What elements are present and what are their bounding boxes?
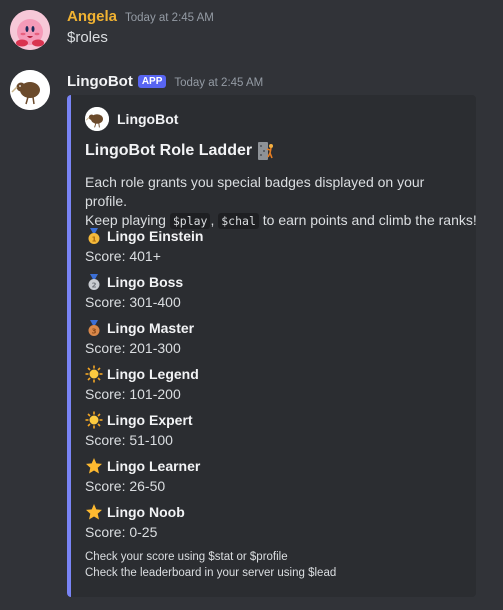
role-item: Lingo Expert Score: 51-100 xyxy=(85,410,203,456)
embed-description: Each role grants you special badges disp… xyxy=(85,173,477,231)
sun-icon xyxy=(85,411,103,429)
kiwi-bird-avatar xyxy=(10,70,50,110)
embed-author: LingoBot xyxy=(85,107,178,131)
role-score: Score: 51-100 xyxy=(85,432,173,448)
bot-avatar[interactable] xyxy=(10,70,50,110)
timestamp: Today at 2:45 AM xyxy=(174,77,264,89)
role-score: Score: 401+ xyxy=(85,248,161,264)
bot-username[interactable]: LingoBot xyxy=(67,73,133,90)
climbing-person-icon xyxy=(258,142,274,160)
role-name: Lingo Learner xyxy=(107,458,201,474)
silver-medal-icon: 2 xyxy=(88,274,100,290)
star-icon xyxy=(86,458,102,474)
code-chal: $chal xyxy=(218,213,259,229)
embed: LingoBot LingoBot Role Ladder Each role … xyxy=(67,95,477,597)
app-badge: APP xyxy=(137,75,167,88)
star-icon xyxy=(86,504,102,520)
bronze-medal-icon: 3 xyxy=(88,320,100,336)
role-score: Score: 0-25 xyxy=(85,524,158,540)
message-text: $roles xyxy=(67,29,108,46)
role-name: Lingo Legend xyxy=(107,366,199,382)
gold-medal-icon: 1 xyxy=(88,228,100,244)
role-item: 2 Lingo Boss Score: 301-400 xyxy=(85,272,203,318)
role-list: 1 Lingo Einstein Score: 401+ 2 Lingo Bos… xyxy=(85,226,203,548)
svg-text:2: 2 xyxy=(92,282,97,290)
role-name: Lingo Noob xyxy=(107,504,185,520)
sun-icon xyxy=(85,365,103,383)
role-item: 3 Lingo Master Score: 201-300 xyxy=(85,318,203,364)
svg-text:1: 1 xyxy=(92,236,97,244)
kiwi-bird-icon xyxy=(85,107,109,131)
user-avatar[interactable] xyxy=(10,10,50,50)
role-name: Lingo Boss xyxy=(107,274,184,290)
embed-title-text: LingoBot Role Ladder xyxy=(85,142,253,159)
role-score: Score: 101-200 xyxy=(85,386,181,402)
footer-line-1: Check your score using $stat or $profile xyxy=(85,551,288,563)
kirby-avatar xyxy=(10,10,50,50)
embed-footer: Check your score using $stat or $profile… xyxy=(85,549,336,581)
footer-line-2: Check the leaderboard in your server usi… xyxy=(85,567,337,579)
svg-text:3: 3 xyxy=(92,328,97,336)
role-item: Lingo Noob Score: 0-25 xyxy=(85,502,203,548)
role-name: Lingo Master xyxy=(107,320,195,336)
desc-post: to earn points and climb the ranks! xyxy=(262,212,477,228)
desc-line-1: Each role grants you special badges disp… xyxy=(85,174,425,209)
role-score: Score: 26-50 xyxy=(85,478,166,494)
role-name: Lingo Expert xyxy=(107,412,193,428)
embed-author-name: LingoBot xyxy=(117,111,179,127)
role-score: Score: 201-300 xyxy=(85,340,181,356)
role-name: Lingo Einstein xyxy=(107,228,204,244)
role-score: Score: 301-400 xyxy=(85,294,181,310)
timestamp: Today at 2:45 AM xyxy=(125,12,214,24)
role-item: Lingo Learner Score: 26-50 xyxy=(85,456,203,502)
username[interactable]: Angela xyxy=(67,8,117,25)
message-angela: Angela Today at 2:45 AM $roles xyxy=(0,0,503,60)
embed-title: LingoBot Role Ladder xyxy=(85,141,276,161)
desc-sep: , xyxy=(210,212,215,228)
role-item: 1 Lingo Einstein Score: 401+ xyxy=(85,226,203,272)
role-item: Lingo Legend Score: 101-200 xyxy=(85,364,203,410)
